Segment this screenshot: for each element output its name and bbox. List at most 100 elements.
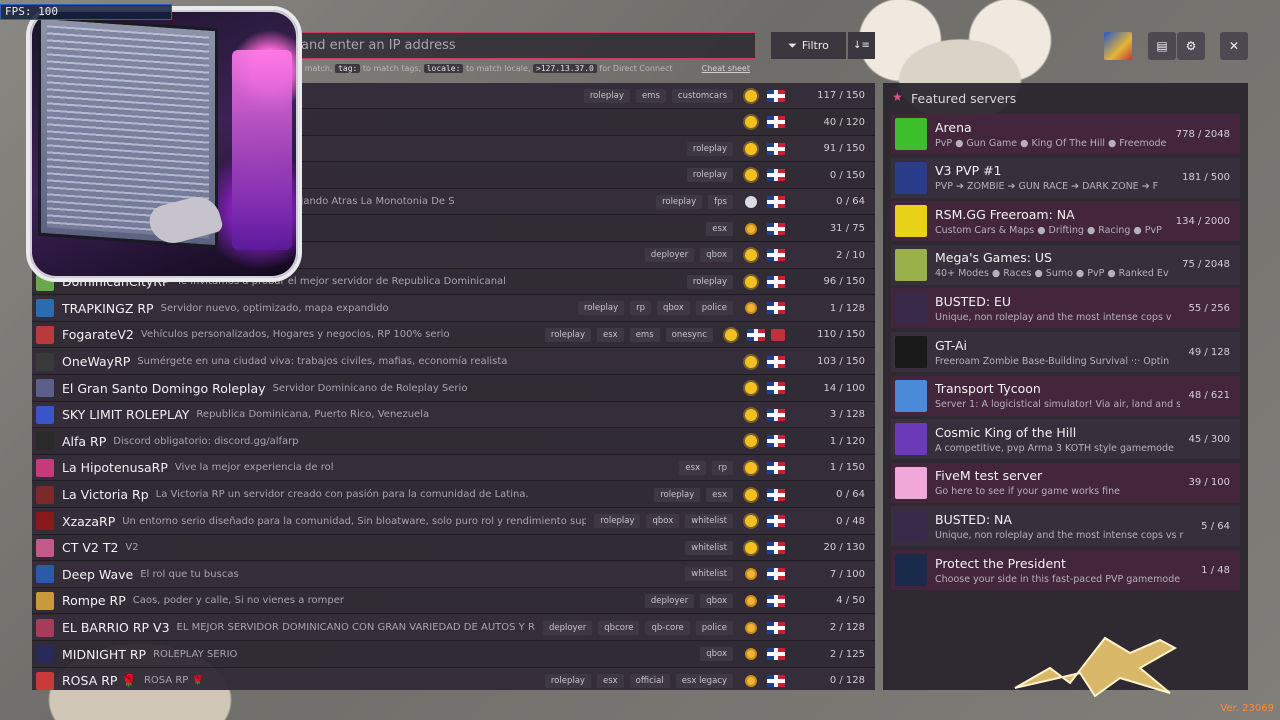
server-row[interactable]: TRAPKINGZ RP Servidor nuevo, optimizado, … — [32, 295, 875, 322]
server-tag[interactable]: esx legacy — [675, 673, 733, 688]
featured-server-card[interactable]: BUSTED: EU Unique, non roleplay and the m… — [891, 288, 1240, 329]
featured-server-logo — [895, 423, 927, 456]
server-tag[interactable]: deployer — [542, 620, 593, 635]
flag-icon — [767, 541, 785, 554]
server-description: Servidor Dominicano de Roleplay Serio — [272, 382, 468, 394]
featured-server-card[interactable]: V3 PVP #1 PVP ➔ ZOMBIE ➔ GUN RACE ➔ DARK … — [891, 157, 1240, 198]
featured-server-card[interactable]: Protect the President Choose your side in… — [891, 550, 1240, 590]
server-tag[interactable]: police — [695, 301, 733, 316]
server-tag[interactable]: roleplay — [686, 168, 733, 183]
flag-icon — [767, 249, 785, 262]
server-tag[interactable]: esx — [706, 221, 733, 236]
server-tag[interactable]: qbox — [700, 248, 733, 263]
queue-icon[interactable]: ▤ — [1148, 32, 1176, 60]
player-count: 0 / 150 — [829, 169, 865, 181]
featured-server-card[interactable]: Cosmic King of the Hill A competitive, pv… — [891, 419, 1240, 460]
server-row[interactable]: ROSA RP 🌹 ROSA RP 🌹 roleplay esx official esx… — [32, 668, 875, 690]
server-row[interactable]: Deep Wave El rol que tu buscas whitelist 7 … — [32, 561, 875, 588]
game-build-icon — [745, 461, 757, 474]
server-tag[interactable]: roleplay — [594, 514, 641, 529]
server-description: Vive la mejor experiencia de rol — [174, 462, 334, 474]
featured-server-card[interactable]: Mega's Games: US 40+ Modes ● Races ● Sumo… — [891, 244, 1240, 285]
server-row[interactable]: EL BARRIO RP V3 EL MEJOR SERVIDOR DOMINIC… — [32, 615, 875, 641]
server-tag[interactable]: roleplay — [654, 487, 701, 502]
featured-server-card[interactable]: BUSTED: NA Unique, non roleplay and the m… — [891, 506, 1240, 547]
server-row[interactable]: La HipotenusaRP Vive la mejor experiencia… — [32, 455, 875, 482]
server-name: FogarateV2 — [62, 327, 134, 343]
server-row[interactable]: El Gran Santo Domingo Roleplay Servidor D… — [32, 376, 875, 402]
server-row[interactable]: OneWayRP Sumérgete en una ciudad viva: tr… — [32, 349, 875, 375]
server-tag[interactable]: customcars — [671, 88, 733, 103]
server-tag[interactable]: onesync — [665, 327, 713, 342]
server-tag[interactable]: roleplay — [686, 274, 733, 289]
game-build-icon — [745, 594, 757, 607]
server-row[interactable]: Alfa RP Discord obligatorio: discord.gg/a… — [32, 429, 875, 455]
server-tag[interactable]: esx — [706, 487, 733, 502]
server-tag[interactable]: whitelist — [685, 540, 733, 555]
server-tags: deployer qbox — [644, 593, 733, 608]
player-count: 2 / 10 — [836, 249, 865, 261]
hint-tag-token: tag: — [335, 64, 361, 73]
server-tag[interactable]: whitelist — [685, 567, 733, 582]
server-tag[interactable]: qbcore — [598, 620, 640, 635]
server-tag[interactable]: ems — [629, 327, 660, 342]
server-tag[interactable]: rp — [630, 301, 651, 316]
server-tag[interactable]: police — [695, 620, 733, 635]
featured-server-name: Cosmic King of the Hill — [935, 424, 1077, 440]
server-tag[interactable]: qbox — [700, 647, 733, 662]
server-tag[interactable]: esx — [597, 327, 624, 342]
server-tags: roleplay — [686, 274, 733, 289]
server-tag[interactable]: roleplay — [656, 194, 703, 209]
avatar[interactable] — [1104, 32, 1132, 60]
server-tag[interactable]: rp — [712, 460, 733, 475]
server-row[interactable]: Rompe RP Caos, poder y calle, Si no viene… — [32, 588, 875, 615]
server-tag[interactable]: roleplay — [544, 327, 591, 342]
server-tag[interactable]: deployer — [644, 593, 695, 608]
filter-button[interactable]: ⏷ Filtro — [771, 32, 846, 59]
server-tag[interactable]: roleplay — [578, 301, 625, 316]
server-tag[interactable]: qbox — [646, 514, 680, 529]
server-tag[interactable]: official — [629, 673, 670, 688]
game-build-icon — [745, 541, 757, 554]
server-row[interactable]: SKY LIMIT ROLEPLAY Republica Dominicana, … — [32, 402, 875, 429]
sort-button[interactable]: ↓≡ — [848, 32, 875, 59]
flag-icon — [767, 195, 785, 208]
server-tag[interactable]: deployer — [644, 248, 695, 263]
cheat-sheet-link[interactable]: Cheat sheet — [702, 64, 750, 73]
search-input[interactable]: and enter an IP address — [290, 32, 756, 59]
featured-server-description: PvP ● Gun Game ● King Of The Hill ● Free… — [935, 137, 1167, 149]
featured-server-description: Freeroam Zombie Base-Building Survival ·… — [935, 355, 1170, 367]
server-tag[interactable]: fps — [708, 194, 733, 209]
server-row[interactable]: CT V2 T2 V2 whitelist 20 / 130 — [32, 535, 875, 562]
server-row[interactable]: MIDNIGHT RP ROLEPLAY SERIO qbox 2 / 125 — [32, 642, 875, 668]
player-count: 117 / 150 — [817, 90, 865, 101]
featured-server-card[interactable]: GT-Ai Freeroam Zombie Base-Building Survi… — [891, 332, 1240, 372]
server-icon — [36, 405, 54, 424]
featured-server-card[interactable]: FiveM test server Go here to see if your … — [891, 462, 1240, 503]
featured-server-card[interactable]: Arena PvP ● Gun Game ● King Of The Hill ●… — [891, 114, 1240, 154]
close-icon[interactable]: ✕ — [1220, 32, 1248, 60]
featured-server-logo — [895, 161, 927, 194]
server-tag[interactable]: ems — [635, 88, 666, 103]
server-tag[interactable]: qbox — [657, 301, 690, 316]
server-row[interactable]: XzazaRP Un entorno serio diseñado para la… — [32, 508, 875, 535]
server-tag[interactable]: roleplay — [583, 88, 630, 103]
server-tag[interactable]: esx — [679, 460, 707, 475]
server-tag[interactable]: qbox — [700, 593, 733, 608]
server-tag[interactable]: whitelist — [685, 514, 733, 529]
featured-server-name: Protect the President — [935, 555, 1066, 571]
featured-server-card[interactable]: RSM.GG Freeroam: NA Custom Cars & Maps ● … — [891, 201, 1240, 242]
server-row[interactable]: La Victoria Rp La Victoria RP un servidor… — [32, 482, 875, 508]
featured-server-card[interactable]: Transport Tycoon Server 1: A logicistical… — [891, 375, 1240, 416]
featured-server-description: Unique, non roleplay and the most intens… — [935, 311, 1172, 323]
featured-player-count: 778 / 2048 — [1175, 128, 1230, 140]
server-tag[interactable]: esx — [596, 673, 624, 688]
featured-server-name: V3 PVP #1 — [935, 163, 1002, 179]
server-row[interactable]: FogarateV2 Vehículos personalizados, Hoga… — [32, 322, 875, 349]
server-tag[interactable]: roleplay — [544, 673, 591, 688]
server-tag[interactable]: qb-core — [645, 620, 690, 635]
premium-icon — [771, 328, 785, 341]
flag-icon — [767, 515, 785, 528]
gear-icon[interactable]: ⚙ — [1177, 32, 1205, 60]
server-tag[interactable]: roleplay — [686, 141, 733, 156]
